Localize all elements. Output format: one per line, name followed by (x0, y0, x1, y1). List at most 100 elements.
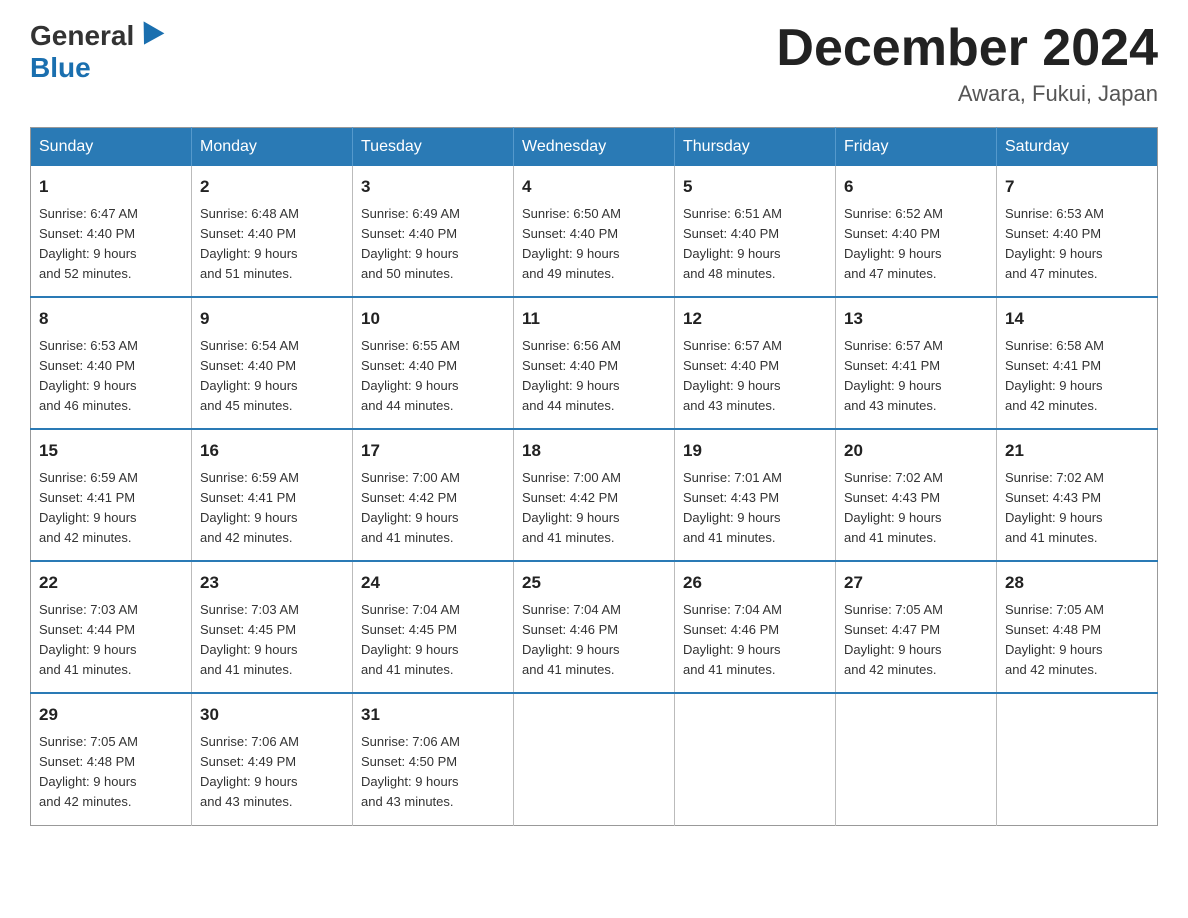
day-number: 21 (1005, 438, 1149, 464)
day-number: 17 (361, 438, 505, 464)
calendar-table: Sunday Monday Tuesday Wednesday Thursday… (30, 127, 1158, 825)
location-text: Awara, Fukui, Japan (776, 81, 1158, 107)
calendar-day-cell: 19 Sunrise: 7:01 AMSunset: 4:43 PMDayligh… (675, 429, 836, 561)
day-info: Sunrise: 7:03 AMSunset: 4:44 PMDaylight:… (39, 600, 183, 681)
day-number: 2 (200, 174, 344, 200)
day-number: 18 (522, 438, 666, 464)
day-info: Sunrise: 7:02 AMSunset: 4:43 PMDaylight:… (844, 468, 988, 549)
day-number: 30 (200, 702, 344, 728)
day-info: Sunrise: 7:05 AMSunset: 4:48 PMDaylight:… (39, 732, 183, 813)
day-number: 28 (1005, 570, 1149, 596)
calendar-day-cell: 26 Sunrise: 7:04 AMSunset: 4:46 PMDayligh… (675, 561, 836, 693)
day-number: 4 (522, 174, 666, 200)
title-section: December 2024 Awara, Fukui, Japan (776, 20, 1158, 107)
calendar-week-row: 1 Sunrise: 6:47 AMSunset: 4:40 PMDaylight… (31, 166, 1158, 297)
calendar-day-cell: 28 Sunrise: 7:05 AMSunset: 4:48 PMDayligh… (997, 561, 1158, 693)
calendar-day-cell: 27 Sunrise: 7:05 AMSunset: 4:47 PMDayligh… (836, 561, 997, 693)
col-saturday: Saturday (997, 128, 1158, 167)
calendar-day-cell: 10Sunrise: 6:55 AMSunset: 4:40 PMDayligh… (353, 297, 514, 429)
calendar-day-cell: 17Sunrise: 7:00 AMSunset: 4:42 PMDayligh… (353, 429, 514, 561)
day-number: 24 (361, 570, 505, 596)
day-info: Sunrise: 7:02 AMSunset: 4:43 PMDaylight:… (1005, 468, 1149, 549)
col-friday: Friday (836, 128, 997, 167)
day-info: Sunrise: 6:52 AMSunset: 4:40 PMDaylight:… (844, 204, 988, 285)
calendar-day-cell: 14 Sunrise: 6:58 AMSunset: 4:41 PMDayligh… (997, 297, 1158, 429)
day-info: Sunrise: 6:49 AMSunset: 4:40 PMDaylight:… (361, 204, 505, 285)
day-number: 1 (39, 174, 183, 200)
day-info: Sunrise: 6:59 AMSunset: 4:41 PMDaylight:… (39, 468, 183, 549)
day-info: Sunrise: 7:03 AMSunset: 4:45 PMDaylight:… (200, 600, 344, 681)
day-info: Sunrise: 6:56 AMSunset: 4:40 PMDaylight:… (522, 336, 666, 417)
calendar-day-cell: 13 Sunrise: 6:57 AMSunset: 4:41 PMDayligh… (836, 297, 997, 429)
col-wednesday: Wednesday (514, 128, 675, 167)
day-number: 14 (1005, 306, 1149, 332)
day-info: Sunrise: 6:54 AMSunset: 4:40 PMDaylight:… (200, 336, 344, 417)
calendar-day-cell: 23 Sunrise: 7:03 AMSunset: 4:45 PMDayligh… (192, 561, 353, 693)
day-number: 3 (361, 174, 505, 200)
day-info: Sunrise: 7:05 AMSunset: 4:47 PMDaylight:… (844, 600, 988, 681)
day-info: Sunrise: 6:53 AMSunset: 4:40 PMDaylight:… (39, 336, 183, 417)
calendar-week-row: 22Sunrise: 7:03 AMSunset: 4:44 PMDayligh… (31, 561, 1158, 693)
calendar-day-cell (997, 693, 1158, 825)
day-number: 12 (683, 306, 827, 332)
day-number: 16 (200, 438, 344, 464)
day-number: 7 (1005, 174, 1149, 200)
month-title: December 2024 (776, 20, 1158, 77)
calendar-day-cell: 9 Sunrise: 6:54 AMSunset: 4:40 PMDaylight… (192, 297, 353, 429)
day-number: 9 (200, 306, 344, 332)
calendar-day-cell: 15 Sunrise: 6:59 AMSunset: 4:41 PMDayligh… (31, 429, 192, 561)
day-info: Sunrise: 6:51 AMSunset: 4:40 PMDaylight:… (683, 204, 827, 285)
calendar-day-cell (514, 693, 675, 825)
day-info: Sunrise: 7:01 AMSunset: 4:43 PMDaylight:… (683, 468, 827, 549)
calendar-day-cell: 16 Sunrise: 6:59 AMSunset: 4:41 PMDayligh… (192, 429, 353, 561)
calendar-week-row: 15 Sunrise: 6:59 AMSunset: 4:41 PMDayligh… (31, 429, 1158, 561)
day-info: Sunrise: 7:04 AMSunset: 4:46 PMDaylight:… (683, 600, 827, 681)
calendar-day-cell: 11 Sunrise: 6:56 AMSunset: 4:40 PMDayligh… (514, 297, 675, 429)
day-number: 31 (361, 702, 505, 728)
calendar-day-cell: 1 Sunrise: 6:47 AMSunset: 4:40 PMDaylight… (31, 166, 192, 297)
calendar-day-cell: 7Sunrise: 6:53 AMSunset: 4:40 PMDaylight… (997, 166, 1158, 297)
col-tuesday: Tuesday (353, 128, 514, 167)
day-number: 5 (683, 174, 827, 200)
calendar-day-cell: 21 Sunrise: 7:02 AMSunset: 4:43 PMDayligh… (997, 429, 1158, 561)
calendar-day-cell: 6 Sunrise: 6:52 AMSunset: 4:40 PMDaylight… (836, 166, 997, 297)
day-info: Sunrise: 6:55 AMSunset: 4:40 PMDaylight:… (361, 336, 505, 417)
day-number: 11 (522, 306, 666, 332)
day-info: Sunrise: 6:50 AMSunset: 4:40 PMDaylight:… (522, 204, 666, 285)
logo: General Blue (30, 20, 164, 84)
day-info: Sunrise: 6:47 AMSunset: 4:40 PMDaylight:… (39, 204, 183, 285)
day-info: Sunrise: 6:57 AMSunset: 4:41 PMDaylight:… (844, 336, 988, 417)
day-number: 13 (844, 306, 988, 332)
day-info: Sunrise: 6:59 AMSunset: 4:41 PMDaylight:… (200, 468, 344, 549)
calendar-day-cell: 8 Sunrise: 6:53 AMSunset: 4:40 PMDaylight… (31, 297, 192, 429)
day-info: Sunrise: 7:04 AMSunset: 4:46 PMDaylight:… (522, 600, 666, 681)
day-number: 26 (683, 570, 827, 596)
calendar-day-cell (836, 693, 997, 825)
calendar-day-cell: 12 Sunrise: 6:57 AMSunset: 4:40 PMDayligh… (675, 297, 836, 429)
day-info: Sunrise: 7:04 AMSunset: 4:45 PMDaylight:… (361, 600, 505, 681)
calendar-day-cell: 18Sunrise: 7:00 AMSunset: 4:42 PMDayligh… (514, 429, 675, 561)
day-number: 15 (39, 438, 183, 464)
calendar-header-row: Sunday Monday Tuesday Wednesday Thursday… (31, 128, 1158, 167)
day-number: 23 (200, 570, 344, 596)
col-thursday: Thursday (675, 128, 836, 167)
calendar-day-cell: 25Sunrise: 7:04 AMSunset: 4:46 PMDayligh… (514, 561, 675, 693)
logo-general-text: General (30, 20, 134, 52)
day-info: Sunrise: 7:06 AMSunset: 4:50 PMDaylight:… (361, 732, 505, 813)
col-sunday: Sunday (31, 128, 192, 167)
day-info: Sunrise: 7:06 AMSunset: 4:49 PMDaylight:… (200, 732, 344, 813)
day-number: 8 (39, 306, 183, 332)
logo-blue-text: Blue (30, 52, 91, 84)
day-number: 29 (39, 702, 183, 728)
calendar-day-cell: 30 Sunrise: 7:06 AMSunset: 4:49 PMDayligh… (192, 693, 353, 825)
day-number: 6 (844, 174, 988, 200)
calendar-day-cell: 3 Sunrise: 6:49 AMSunset: 4:40 PMDaylight… (353, 166, 514, 297)
day-info: Sunrise: 6:48 AMSunset: 4:40 PMDaylight:… (200, 204, 344, 285)
page-header: General Blue December 2024 Awara, Fukui,… (30, 20, 1158, 107)
calendar-day-cell: 20Sunrise: 7:02 AMSunset: 4:43 PMDayligh… (836, 429, 997, 561)
day-number: 19 (683, 438, 827, 464)
day-info: Sunrise: 7:05 AMSunset: 4:48 PMDaylight:… (1005, 600, 1149, 681)
day-info: Sunrise: 6:58 AMSunset: 4:41 PMDaylight:… (1005, 336, 1149, 417)
day-info: Sunrise: 6:57 AMSunset: 4:40 PMDaylight:… (683, 336, 827, 417)
day-number: 27 (844, 570, 988, 596)
